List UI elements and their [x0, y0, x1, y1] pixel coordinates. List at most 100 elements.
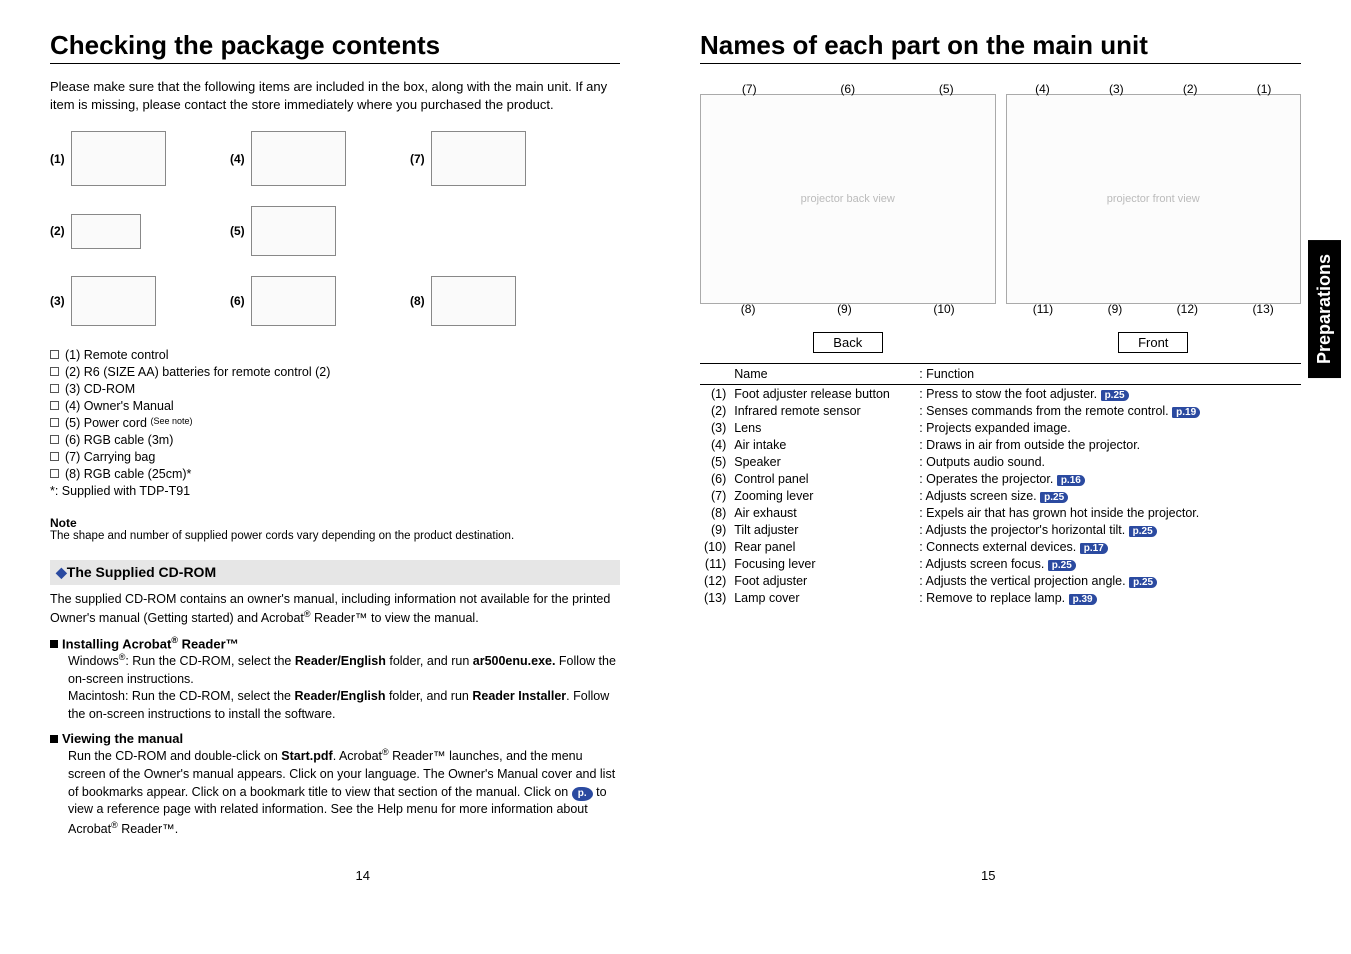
page-ref-badge[interactable]: p.17 [1080, 543, 1108, 554]
part-name: Control panel [730, 470, 915, 487]
diagram-area: (7) (6) (5) projector back view (8) (9) … [700, 82, 1301, 353]
part-name: Lens [730, 419, 915, 436]
checkbox-icon [50, 350, 59, 359]
pkg-item-6: (6) [230, 276, 400, 326]
front-diagram: (4) (3) (2) (1) projector front view (11… [1006, 82, 1302, 353]
part-index: (12) [700, 572, 730, 589]
page-ref-badge[interactable]: p.25 [1048, 560, 1076, 571]
part-function: : Outputs audio sound. [915, 453, 1301, 470]
rgb-cable-short-illustration [431, 276, 516, 326]
pkg-item-5: (5) [230, 206, 400, 256]
page-ref-icon: p. [572, 787, 593, 801]
page-no-right: 15 [981, 868, 995, 883]
parts-row: (3)Lens: Projects expanded image. [700, 419, 1301, 436]
page-ref-badge[interactable]: p.25 [1129, 526, 1157, 537]
right-page: Names of each part on the main unit (7) … [700, 30, 1301, 838]
part-name: Speaker [730, 453, 915, 470]
reg-mark: ® [171, 635, 178, 645]
power-cord-illustration [251, 206, 336, 256]
part-function: : Adjusts screen focus. p.25 [915, 555, 1301, 572]
projector-back-illustration: projector back view [700, 94, 996, 304]
parts-row: (13)Lamp cover: Remove to replace lamp. … [700, 589, 1301, 606]
page-no-left: 14 [356, 868, 370, 883]
part-function: : Remove to replace lamp. p.39 [915, 589, 1301, 606]
cdrom-heading: ◆The Supplied CD-ROM [50, 560, 620, 585]
callout: (4) [1035, 82, 1050, 96]
reg-mark: ® [382, 747, 389, 757]
page-ref-badge[interactable]: p.25 [1040, 492, 1068, 503]
part-index: (4) [700, 436, 730, 453]
page-ref-badge[interactable]: p.25 [1101, 390, 1129, 401]
check-text: (5) Power cord (See note) [65, 416, 192, 430]
right-title: Names of each part on the main unit [700, 30, 1301, 64]
callout: (3) [1109, 82, 1124, 96]
pkg-label: (3) [50, 294, 65, 308]
check-text: (3) CD-ROM [65, 382, 135, 396]
checkbox-icon [50, 401, 59, 410]
page-ref-badge[interactable]: p.16 [1057, 475, 1085, 486]
rgb-cable-illustration [251, 276, 336, 326]
part-function: : Draws in air from outside the projecto… [915, 436, 1301, 453]
parts-row: (2)Infrared remote sensor: Senses comman… [700, 402, 1301, 419]
part-index: (7) [700, 487, 730, 504]
part-index: (1) [700, 385, 730, 403]
part-name: Air intake [730, 436, 915, 453]
parts-row: (5)Speaker: Outputs audio sound. [700, 453, 1301, 470]
part-name: Foot adjuster release button [730, 385, 915, 403]
page-ref-badge[interactable]: p.39 [1069, 594, 1097, 605]
callout: (13) [1252, 302, 1273, 316]
note-head: Note [50, 516, 77, 530]
batteries-illustration [71, 214, 141, 249]
pkg-label: (6) [230, 294, 245, 308]
back-diagram: (7) (6) (5) projector back view (8) (9) … [700, 82, 996, 353]
install-windows: Windows®: Run the CD-ROM, select the Rea… [68, 651, 620, 688]
checkbox-icon [50, 367, 59, 376]
part-function: : Projects expanded image. [915, 419, 1301, 436]
callout: (6) [840, 82, 855, 96]
part-index: (5) [700, 453, 730, 470]
part-name: Lamp cover [730, 589, 915, 606]
pkg-item-3: (3) [50, 276, 220, 326]
part-index: (2) [700, 402, 730, 419]
checkbox-icon [50, 384, 59, 393]
part-function: : Expels air that has grown hot inside t… [915, 504, 1301, 521]
part-index: (9) [700, 521, 730, 538]
remote-illustration [71, 131, 166, 186]
part-name: Foot adjuster [730, 572, 915, 589]
note-block: Note The shape and number of supplied po… [50, 516, 620, 542]
view-body: Run the CD-ROM and double-click on Start… [68, 746, 620, 838]
square-bullet-icon [50, 640, 58, 648]
front-callouts-bottom: (11) (9) (12) (13) [1006, 302, 1302, 316]
install-heading: Installing Acrobat® Reader™ [50, 635, 620, 651]
projector-front-illustration: projector front view [1006, 94, 1302, 304]
callout: (10) [933, 302, 954, 316]
callout: (7) [742, 82, 757, 96]
check-item: (4) Owner's Manual [50, 399, 620, 413]
cdrom-body: The supplied CD-ROM contains an owner's … [50, 591, 620, 627]
page-ref-badge[interactable]: p.25 [1129, 577, 1157, 588]
callout: (5) [939, 82, 954, 96]
parts-row: (9)Tilt adjuster: Adjusts the projector'… [700, 521, 1301, 538]
supplied-note: *: Supplied with TDP-T91 [50, 484, 620, 498]
check-item: (8) RGB cable (25cm)* [50, 467, 620, 481]
parts-row: (7)Zooming lever: Adjusts screen size. p… [700, 487, 1301, 504]
part-function: : Press to stow the foot adjuster. p.25 [915, 385, 1301, 403]
th-name: Name [730, 364, 915, 385]
part-name: Zooming lever [730, 487, 915, 504]
page-ref-badge[interactable]: p.19 [1172, 407, 1200, 418]
th-function: : Function [915, 364, 1301, 385]
front-label: Front [1118, 332, 1188, 353]
check-item: (5) Power cord (See note) [50, 416, 620, 430]
pkg-label: (1) [50, 152, 65, 166]
part-name: Focusing lever [730, 555, 915, 572]
callout: (9) [1108, 302, 1123, 316]
part-index: (11) [700, 555, 730, 572]
checkbox-icon [50, 418, 59, 427]
part-name: Air exhaust [730, 504, 915, 521]
pkg-label: (4) [230, 152, 245, 166]
part-index: (13) [700, 589, 730, 606]
check-text: (2) R6 (SIZE AA) batteries for remote co… [65, 365, 330, 379]
left-intro: Please make sure that the following item… [50, 78, 620, 113]
parts-row: (12)Foot adjuster: Adjusts the vertical … [700, 572, 1301, 589]
check-item: (7) Carrying bag [50, 450, 620, 464]
